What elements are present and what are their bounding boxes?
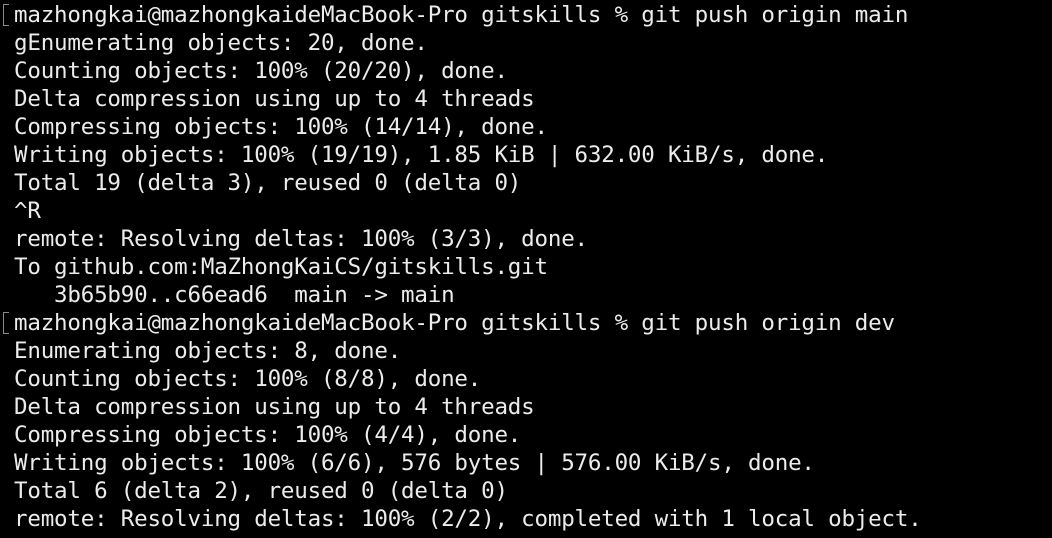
output-line: Enumerating objects: 8, done.	[14, 338, 402, 364]
output-line: 3b65b90..c66ead6 main -> main	[14, 282, 455, 308]
output-line: To github.com:MaZhongKaiCS/gitskills.git	[14, 254, 548, 280]
output-line: ^R	[14, 198, 41, 224]
output-line: Writing objects: 100% (6/6), 576 bytes |…	[14, 450, 815, 476]
prompt-line: mazhongkai@mazhongkaideMacBook-Pro gitsk…	[14, 2, 909, 28]
output-line: Compressing objects: 100% (14/14), done.	[14, 114, 548, 140]
output-line: Total 6 (delta 2), reused 0 (delta 0)	[14, 478, 508, 504]
output-line: remote: Resolving deltas: 100% (3/3), do…	[14, 226, 588, 252]
output-line: Delta compression using up to 4 threads	[14, 394, 535, 420]
output-line: Total 19 (delta 3), reused 0 (delta 0)	[14, 170, 522, 196]
output-line: Counting objects: 100% (8/8), done.	[14, 366, 482, 392]
prompt-marker	[3, 312, 9, 334]
output-line: gEnumerating objects: 20, done.	[14, 30, 428, 56]
prompt-line: mazhongkai@mazhongkaideMacBook-Pro gitsk…	[14, 310, 895, 336]
output-line: Writing objects: 100% (19/19), 1.85 KiB …	[14, 142, 829, 168]
output-line: Counting objects: 100% (20/20), done.	[14, 58, 508, 84]
terminal-window[interactable]: mazhongkai@mazhongkaideMacBook-Pro gitsk…	[0, 0, 1052, 538]
output-line: remote: Resolving deltas: 100% (2/2), co…	[14, 506, 922, 532]
prompt-marker	[3, 4, 9, 26]
output-line: Compressing objects: 100% (4/4), done.	[14, 422, 522, 448]
terminal-output: mazhongkai@mazhongkaideMacBook-Pro gitsk…	[14, 1, 922, 533]
output-line: Delta compression using up to 4 threads	[14, 86, 535, 112]
